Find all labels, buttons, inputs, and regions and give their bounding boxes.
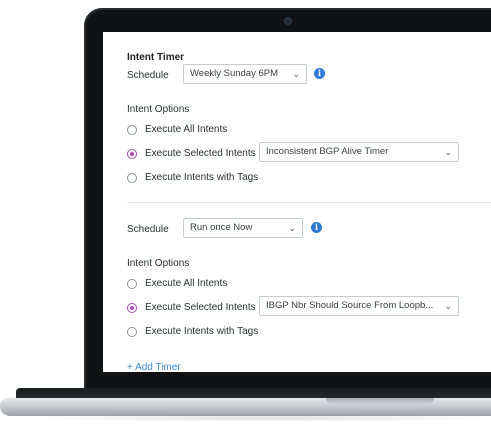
schedule-select-value: Run once Now: [190, 222, 253, 233]
radio-execute-all-label: Execute All Intents: [145, 124, 228, 135]
radio-execute-selected[interactable]: [127, 149, 137, 159]
chevron-down-icon: ⌄: [444, 301, 452, 311]
schedule-label: Schedule: [127, 224, 169, 235]
radio-execute-all-label: Execute All Intents: [145, 278, 228, 289]
intent-options-label: Intent Options: [127, 104, 190, 115]
selected-intent-select[interactable]: Inconsistent BGP Alive Timer ⌄: [259, 142, 459, 162]
section-divider: [127, 202, 491, 203]
radio-execute-tags-label: Execute Intents with Tags: [145, 326, 259, 337]
radio-execute-tags-label: Execute Intents with Tags: [145, 172, 259, 183]
schedule-label: Schedule: [127, 70, 169, 81]
schedule-select[interactable]: Weekly Sunday 6PM ⌄: [183, 64, 307, 84]
chevron-down-icon: ⌄: [288, 223, 296, 233]
info-icon[interactable]: i: [314, 68, 325, 79]
radio-execute-tags[interactable]: [127, 173, 137, 183]
radio-execute-selected-label: Execute Selected Intents: [145, 302, 256, 313]
radio-execute-selected-label: Execute Selected Intents: [145, 148, 256, 159]
laptop-screen: Intent Timer Schedule Weekly Sunday 6PM …: [103, 32, 491, 372]
radio-execute-all[interactable]: [127, 279, 137, 289]
camera-dot: [285, 18, 291, 24]
schedule-select-value: Weekly Sunday 6PM: [190, 68, 279, 79]
add-timer-link[interactable]: + Add Timer: [127, 362, 181, 372]
laptop-notch: [326, 398, 434, 404]
chevron-down-icon: ⌄: [292, 69, 300, 79]
laptop-shadow: [30, 414, 491, 422]
intent-timer-title: Intent Timer: [127, 52, 185, 63]
radio-execute-selected[interactable]: [127, 303, 137, 313]
radio-execute-all[interactable]: [127, 125, 137, 135]
selected-intent-value: IBGP Nbr Should Source From Loopb...: [266, 300, 434, 311]
selected-intent-select[interactable]: IBGP Nbr Should Source From Loopb... ⌄: [259, 296, 459, 316]
info-icon[interactable]: i: [311, 222, 322, 233]
laptop-mockup: Intent Timer Schedule Weekly Sunday 6PM …: [0, 0, 491, 428]
radio-execute-tags[interactable]: [127, 327, 137, 337]
chevron-down-icon: ⌄: [444, 147, 452, 157]
schedule-select[interactable]: Run once Now ⌄: [183, 218, 303, 238]
intent-options-label: Intent Options: [127, 258, 190, 269]
selected-intent-value: Inconsistent BGP Alive Timer: [266, 146, 389, 157]
